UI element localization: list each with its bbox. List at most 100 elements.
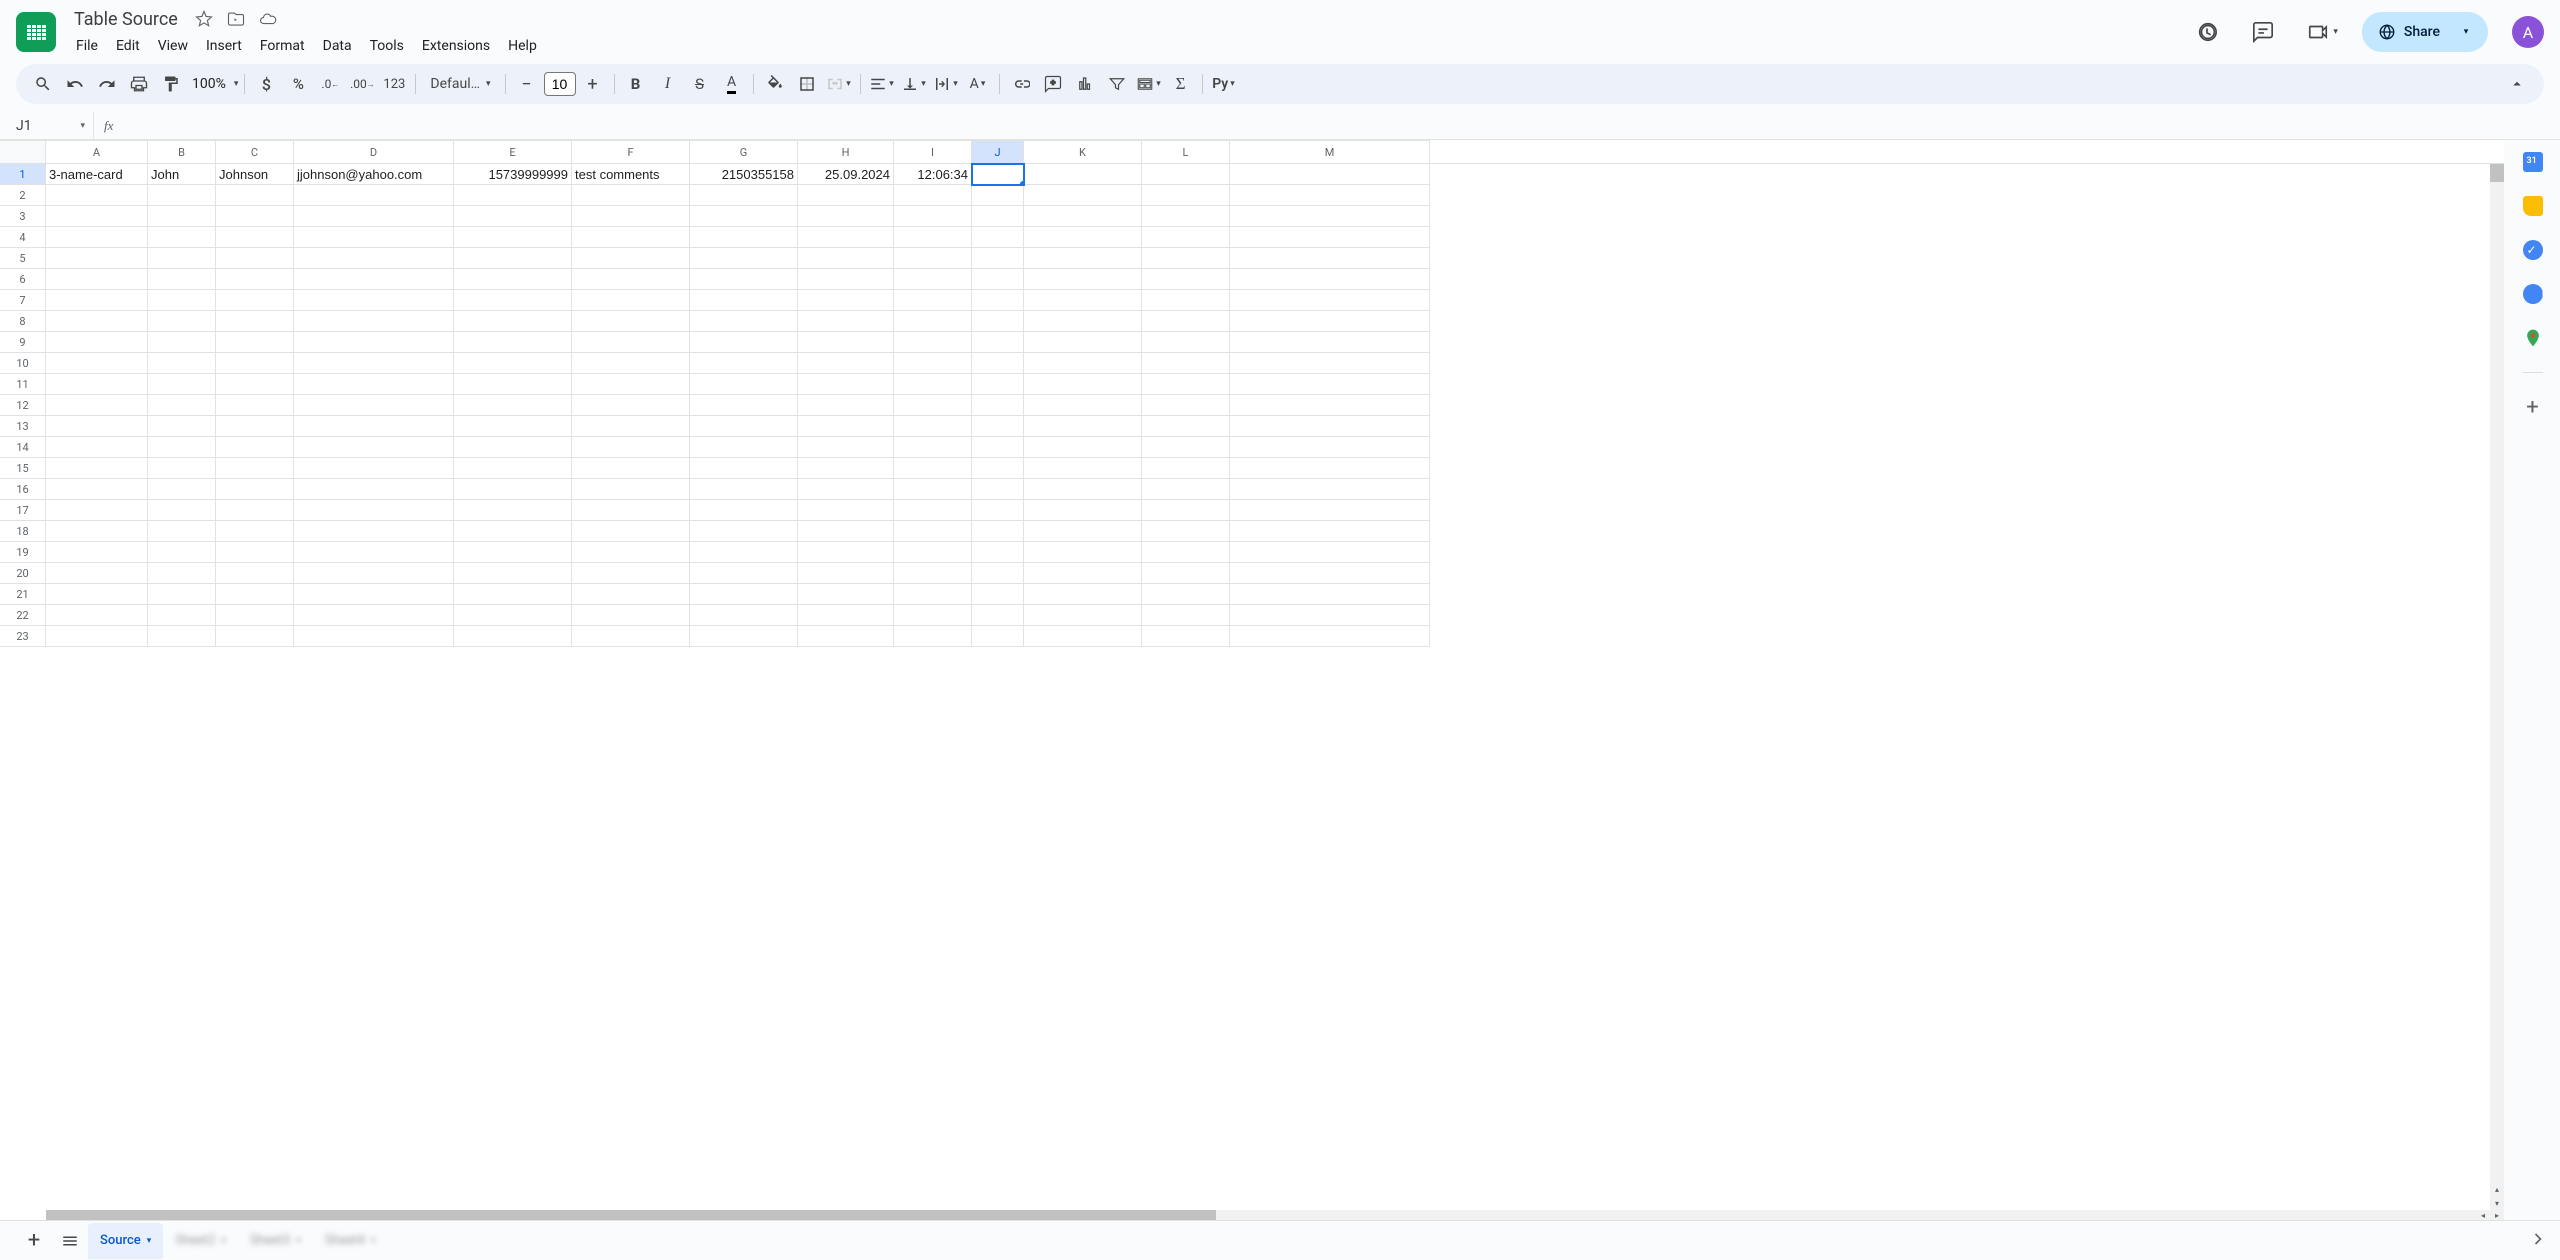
- cell[interactable]: [798, 269, 894, 290]
- cell[interactable]: [294, 542, 454, 563]
- cell[interactable]: [972, 437, 1024, 458]
- cell[interactable]: [294, 206, 454, 227]
- cell[interactable]: [690, 626, 798, 647]
- h-align-icon[interactable]: [867, 69, 897, 99]
- cell[interactable]: [294, 626, 454, 647]
- cell[interactable]: [972, 164, 1024, 185]
- sheet-tab-blurred[interactable]: Sheet2▾: [163, 1223, 238, 1259]
- cell[interactable]: [894, 332, 972, 353]
- cell[interactable]: [294, 269, 454, 290]
- cell[interactable]: [216, 290, 294, 311]
- row-header[interactable]: 10: [0, 353, 46, 374]
- cell[interactable]: [1142, 269, 1230, 290]
- cell[interactable]: [1024, 416, 1142, 437]
- cell[interactable]: [798, 311, 894, 332]
- cell[interactable]: [972, 290, 1024, 311]
- cell[interactable]: [1024, 395, 1142, 416]
- row-header[interactable]: 5: [0, 248, 46, 269]
- cell[interactable]: [894, 269, 972, 290]
- cell[interactable]: [572, 269, 690, 290]
- cell[interactable]: [454, 584, 572, 605]
- print-icon[interactable]: [124, 69, 154, 99]
- cell[interactable]: [572, 332, 690, 353]
- cell[interactable]: [1142, 563, 1230, 584]
- cell[interactable]: [572, 626, 690, 647]
- cell[interactable]: [972, 500, 1024, 521]
- v-align-icon[interactable]: [899, 69, 929, 99]
- redo-icon[interactable]: [92, 69, 122, 99]
- link-icon[interactable]: [1006, 69, 1036, 99]
- cell[interactable]: [148, 437, 216, 458]
- cell[interactable]: [454, 479, 572, 500]
- cell[interactable]: [294, 185, 454, 206]
- cell[interactable]: [216, 437, 294, 458]
- cell[interactable]: [972, 458, 1024, 479]
- move-folder-icon[interactable]: [224, 7, 248, 31]
- maps-icon[interactable]: [2523, 328, 2543, 348]
- cell[interactable]: [972, 374, 1024, 395]
- cell[interactable]: [894, 290, 972, 311]
- cell[interactable]: [454, 353, 572, 374]
- wrap-icon[interactable]: [931, 69, 961, 99]
- cell[interactable]: [294, 332, 454, 353]
- cell[interactable]: [972, 332, 1024, 353]
- cell[interactable]: [1024, 563, 1142, 584]
- row-header[interactable]: 14: [0, 437, 46, 458]
- cell[interactable]: [148, 206, 216, 227]
- select-all-corner[interactable]: [0, 140, 46, 163]
- cell[interactable]: [1230, 458, 1430, 479]
- cell[interactable]: [690, 185, 798, 206]
- cell[interactable]: [972, 584, 1024, 605]
- cloud-status-icon[interactable]: [256, 7, 280, 31]
- cell[interactable]: [454, 395, 572, 416]
- menu-help[interactable]: Help: [500, 34, 545, 58]
- cell[interactable]: [572, 290, 690, 311]
- cell[interactable]: [972, 248, 1024, 269]
- keep-icon[interactable]: [2523, 196, 2543, 216]
- row-header[interactable]: 11: [0, 374, 46, 395]
- cell[interactable]: [216, 563, 294, 584]
- col-header-C[interactable]: C: [216, 140, 294, 163]
- cell[interactable]: [294, 458, 454, 479]
- row-header[interactable]: 4: [0, 227, 46, 248]
- cell[interactable]: [972, 479, 1024, 500]
- cell[interactable]: [46, 416, 148, 437]
- contacts-icon[interactable]: [2523, 284, 2543, 304]
- cell[interactable]: [148, 416, 216, 437]
- cell[interactable]: [46, 353, 148, 374]
- cell[interactable]: [294, 584, 454, 605]
- cell[interactable]: [798, 416, 894, 437]
- cell[interactable]: [148, 269, 216, 290]
- cell[interactable]: [1230, 311, 1430, 332]
- cell[interactable]: [690, 290, 798, 311]
- cell[interactable]: [46, 563, 148, 584]
- cell[interactable]: [690, 311, 798, 332]
- cell[interactable]: [294, 290, 454, 311]
- cell[interactable]: [690, 437, 798, 458]
- h-scrollbar[interactable]: [46, 1210, 2484, 1220]
- cell[interactable]: [46, 332, 148, 353]
- cell[interactable]: [798, 458, 894, 479]
- cell[interactable]: [894, 584, 972, 605]
- cell[interactable]: [798, 206, 894, 227]
- cell[interactable]: [894, 248, 972, 269]
- cell[interactable]: [1230, 542, 1430, 563]
- cell[interactable]: [1142, 185, 1230, 206]
- cell[interactable]: [1230, 416, 1430, 437]
- cell[interactable]: [972, 227, 1024, 248]
- sheets-logo-icon[interactable]: [16, 12, 56, 52]
- cell[interactable]: Johnson: [216, 164, 294, 185]
- cell[interactable]: [216, 269, 294, 290]
- chart-icon[interactable]: [1070, 69, 1100, 99]
- cell[interactable]: [894, 563, 972, 584]
- cell[interactable]: [798, 563, 894, 584]
- row-header[interactable]: 9: [0, 332, 46, 353]
- cell[interactable]: [1024, 584, 1142, 605]
- cell[interactable]: [1024, 437, 1142, 458]
- row-header[interactable]: 7: [0, 290, 46, 311]
- cell[interactable]: [690, 521, 798, 542]
- cell[interactable]: [216, 584, 294, 605]
- spreadsheet-grid[interactable]: ABCDEFGHIJKLM 13-name-cardJohnJohnsonjjo…: [0, 140, 2504, 1220]
- cell[interactable]: [294, 416, 454, 437]
- cell[interactable]: [148, 290, 216, 311]
